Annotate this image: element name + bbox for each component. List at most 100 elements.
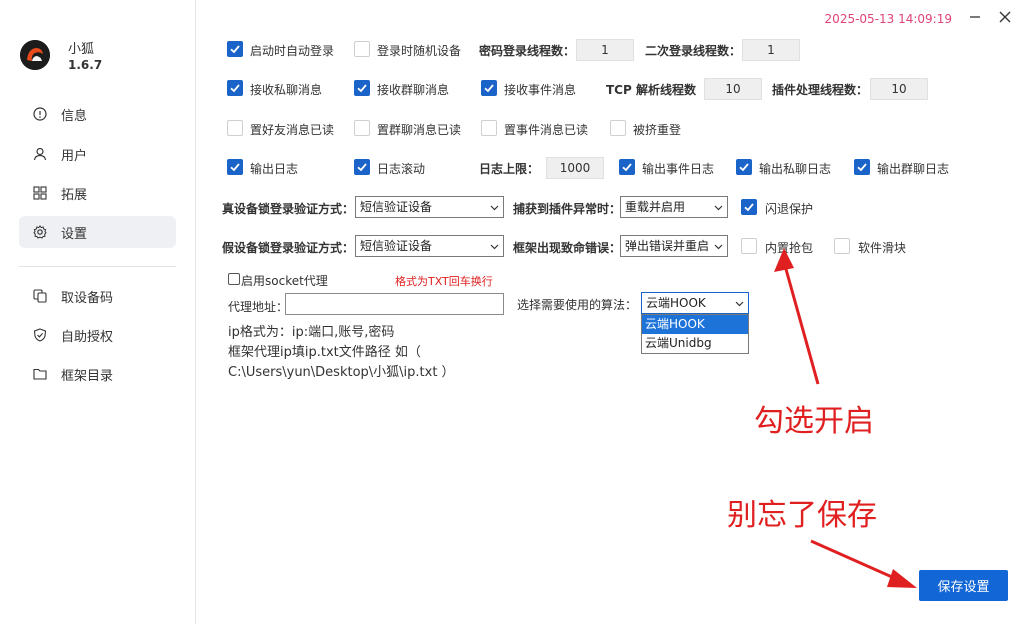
app-name: 小狐 xyxy=(68,42,95,57)
algo-option[interactable]: 云端HOOK xyxy=(642,315,748,334)
log-scroll-checkbox[interactable] xyxy=(354,159,370,175)
tcp-threads-label: TCP 解析线程数 xyxy=(606,83,696,97)
sidebar-item-label: 框架目录 xyxy=(61,368,114,384)
info-icon xyxy=(33,107,47,121)
event-read-checkbox[interactable] xyxy=(481,120,497,136)
output-log-checkbox[interactable] xyxy=(227,159,243,175)
proxy-help-line3: C:\Users\yun\Desktop\小狐\ip.txt ） xyxy=(228,365,455,380)
sidebar-item-framework-dir[interactable]: 框架目录 xyxy=(19,358,176,390)
annotation-remember-save: 别忘了保存 xyxy=(727,498,877,533)
pwd-threads-label: 密码登录线程数： xyxy=(479,44,576,58)
sidebar-item-label: 自助授权 xyxy=(61,329,114,345)
event-msg-checkbox[interactable] xyxy=(481,80,497,96)
plugin-exception-label: 捕获到插件异常时： xyxy=(513,202,622,216)
group-msg-checkbox[interactable] xyxy=(354,80,370,96)
annotation-check-enable: 勾选开启 xyxy=(754,404,874,439)
algo-option[interactable]: 云端Unidbg xyxy=(642,334,748,353)
log-scroll-label: 日志滚动 xyxy=(377,162,426,176)
proxy-address-label: 代理地址： xyxy=(228,300,289,314)
gear-icon xyxy=(33,225,47,239)
sidebar-item-label: 信息 xyxy=(61,108,88,124)
event-msg-label: 接收事件消息 xyxy=(504,83,577,97)
random-device-label: 登录时随机设备 xyxy=(377,44,462,58)
sidebar-item-label: 取设备码 xyxy=(61,290,114,306)
group-read-checkbox[interactable] xyxy=(354,120,370,136)
plugin-threads-input[interactable]: 10 xyxy=(870,78,928,100)
random-device-checkbox[interactable] xyxy=(354,41,370,57)
second-threads-label: 二次登录线程数： xyxy=(645,44,742,58)
folder-icon xyxy=(33,367,47,381)
sidebar-item-info[interactable]: 信息 xyxy=(19,98,176,130)
minimize-button[interactable] xyxy=(966,8,984,26)
algo-dropdown-list: 云端HOOK 云端Unidbg xyxy=(641,314,749,354)
private-msg-label: 接收私聊消息 xyxy=(250,83,323,97)
enable-socket-proxy-label: 启用socket代理 xyxy=(241,274,328,288)
crash-protect-checkbox[interactable] xyxy=(741,199,757,215)
algo-select-value: 云端HOOK xyxy=(646,296,706,310)
close-icon xyxy=(999,11,1011,23)
kicked-relogin-label: 被挤重登 xyxy=(633,123,682,137)
chevron-down-icon xyxy=(490,244,499,250)
algo-label: 选择需要使用的算法： xyxy=(517,298,638,312)
plugin-threads-label: 插件处理线程数： xyxy=(772,83,869,97)
auto-login-label: 启动时自动登录 xyxy=(250,44,335,58)
app-version: 1.6.7 xyxy=(68,58,103,72)
log-limit-label: 日志上限： xyxy=(479,162,540,176)
fake-device-lock-label: 假设备锁登录验证方式： xyxy=(222,241,355,255)
extensions-icon xyxy=(33,186,47,200)
private-msg-checkbox[interactable] xyxy=(227,80,243,96)
output-private-log-label: 输出私聊日志 xyxy=(759,162,832,176)
output-log-label: 输出日志 xyxy=(250,162,299,176)
soft-slider-label: 软件滑块 xyxy=(858,241,907,255)
sidebar-item-label: 设置 xyxy=(61,226,88,242)
log-limit-input[interactable]: 1000 xyxy=(546,157,604,179)
chevron-down-icon xyxy=(714,244,723,250)
output-event-log-checkbox[interactable] xyxy=(619,159,635,175)
group-read-label: 置群聊消息已读 xyxy=(377,123,462,137)
tcp-threads-input[interactable]: 10 xyxy=(704,78,762,100)
sidebar-item-settings[interactable]: 设置 xyxy=(19,216,176,248)
sidebar-item-self-auth[interactable]: 自助授权 xyxy=(19,319,176,351)
shield-icon xyxy=(33,328,47,342)
second-threads-input[interactable]: 1 xyxy=(742,39,800,61)
arrow-to-save-button xyxy=(810,539,917,588)
fake-device-lock-value: 短信验证设备 xyxy=(360,239,433,253)
sidebar-divider xyxy=(19,266,176,267)
fatal-error-value: 弹出错误并重启 xyxy=(625,239,710,253)
real-device-lock-select[interactable]: 短信验证设备 xyxy=(355,196,504,218)
chevron-down-icon xyxy=(735,301,744,307)
real-device-lock-label: 真设备锁登录验证方式： xyxy=(222,202,355,216)
proxy-address-input[interactable] xyxy=(285,293,504,315)
user-icon xyxy=(33,147,47,161)
event-read-label: 置事件消息已读 xyxy=(504,123,589,137)
close-button[interactable] xyxy=(996,8,1014,26)
soft-slider-checkbox[interactable] xyxy=(834,238,850,254)
friend-read-checkbox[interactable] xyxy=(227,120,243,136)
sidebar-item-extensions[interactable]: 拓展 xyxy=(19,177,176,209)
algo-select[interactable]: 云端HOOK xyxy=(641,292,749,314)
plugin-exception-select[interactable]: 重载并启用 xyxy=(620,196,728,218)
real-device-lock-value: 短信验证设备 xyxy=(360,200,433,214)
auto-login-checkbox[interactable] xyxy=(227,41,243,57)
proxy-help-line2: 框架代理ip填ip.txt文件路径 如（ xyxy=(228,345,421,360)
fatal-error-select[interactable]: 弹出错误并重启 xyxy=(620,235,728,257)
chevron-down-icon xyxy=(490,205,499,211)
plugin-exception-value: 重载并启用 xyxy=(625,200,686,214)
output-private-log-checkbox[interactable] xyxy=(736,159,752,175)
sidebar-item-get-device-code[interactable]: 取设备码 xyxy=(19,280,176,312)
output-group-log-label: 输出群聊日志 xyxy=(877,162,950,176)
sidebar-item-user[interactable]: 用户 xyxy=(19,138,176,170)
crash-protect-label: 闪退保护 xyxy=(765,202,814,216)
sidebar-item-label: 拓展 xyxy=(61,187,88,203)
pwd-threads-input[interactable]: 1 xyxy=(576,39,634,61)
kicked-relogin-checkbox[interactable] xyxy=(610,120,626,136)
fake-device-lock-select[interactable]: 短信验证设备 xyxy=(355,235,504,257)
fox-logo xyxy=(20,40,50,70)
friend-read-label: 置好友消息已读 xyxy=(250,123,335,137)
save-settings-button[interactable]: 保存设置 xyxy=(919,570,1008,601)
output-group-log-checkbox[interactable] xyxy=(854,159,870,175)
builtin-grab-checkbox[interactable] xyxy=(741,238,757,254)
group-msg-label: 接收群聊消息 xyxy=(377,83,450,97)
enable-socket-proxy-checkbox[interactable] xyxy=(228,273,240,285)
timestamp: 2025-05-13 14:09:19 xyxy=(824,12,952,26)
